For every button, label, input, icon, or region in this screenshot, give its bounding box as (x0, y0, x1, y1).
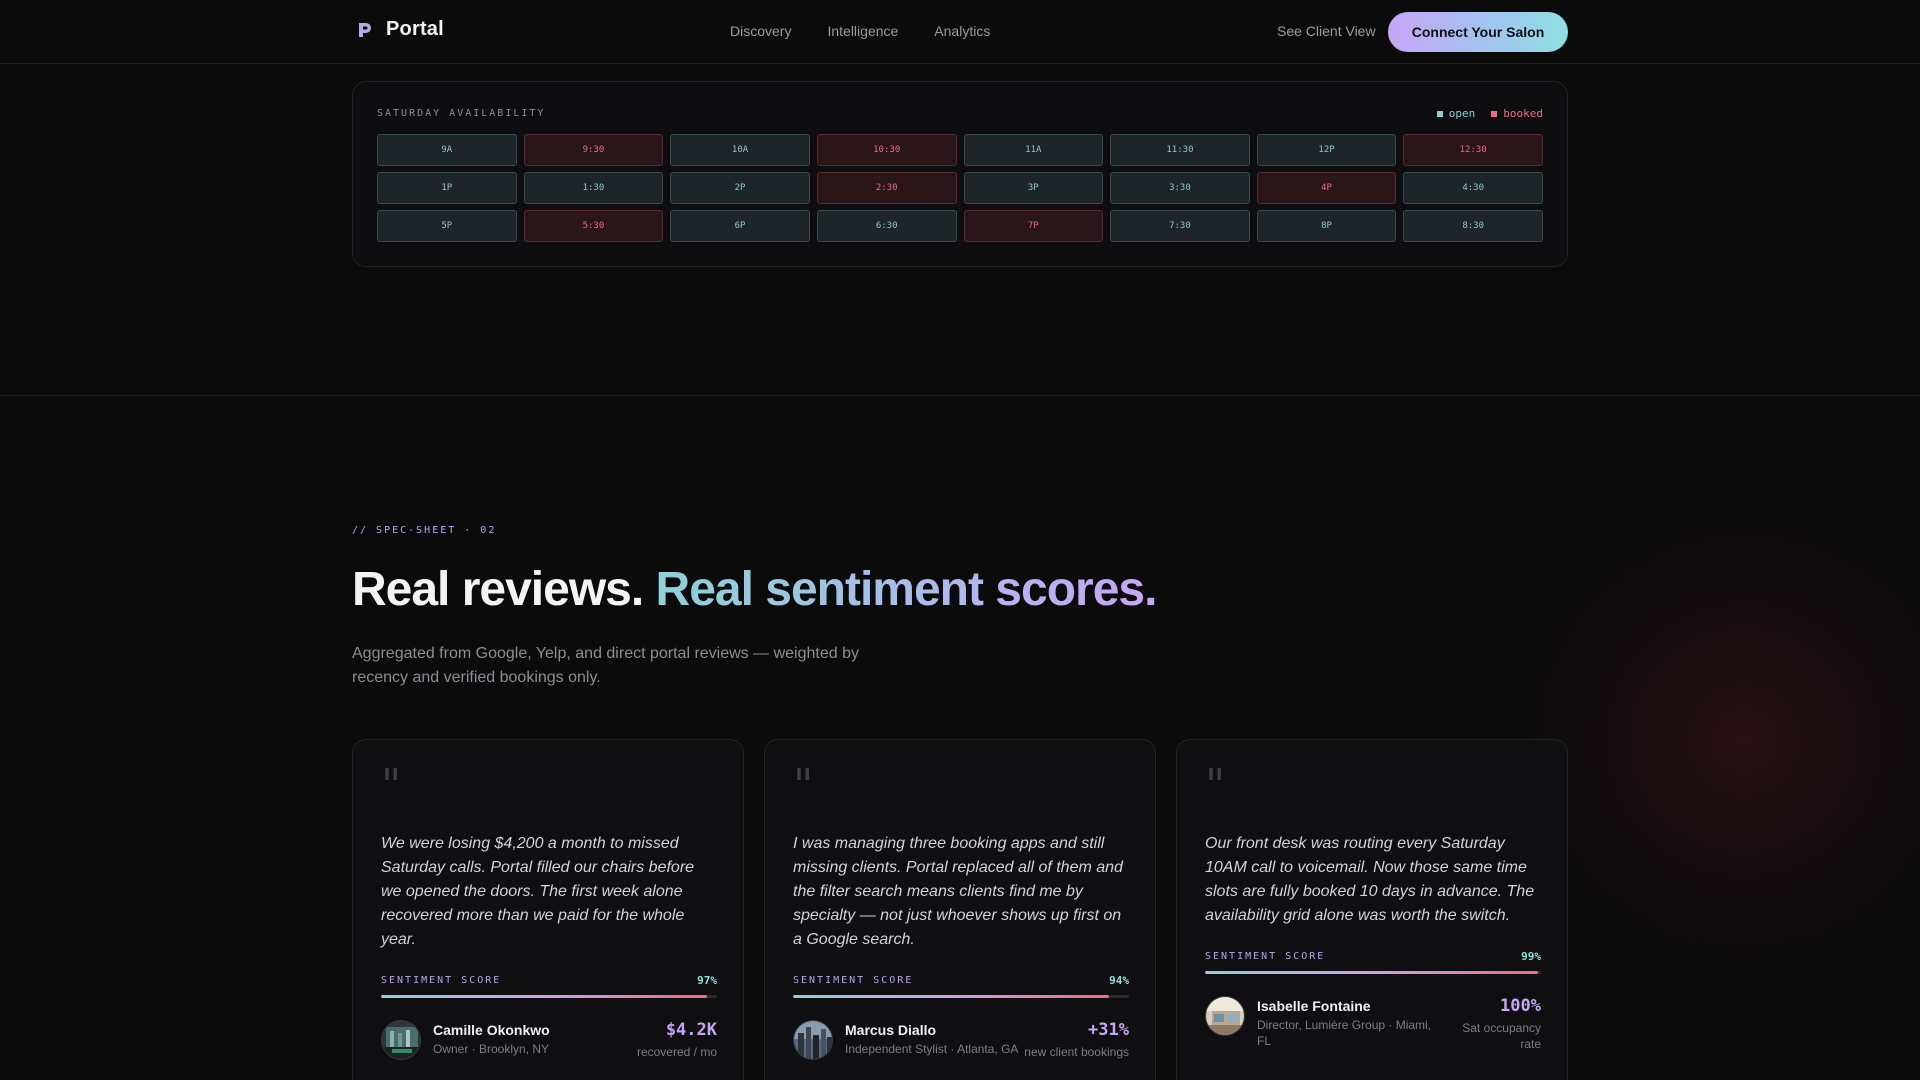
quote-mark-icon: " (1205, 760, 1226, 811)
reviewer-role: Owner · Brooklyn, NY (433, 1042, 550, 1056)
time-slot-open[interactable]: 1P (377, 172, 517, 204)
time-slot-open[interactable]: 2P (670, 172, 810, 204)
top-nav: Portal Discovery Intelligence Analytics … (0, 0, 1920, 64)
reviewer-role: Independent Stylist · Atlanta, GA (845, 1042, 1019, 1056)
metric-label: new client bookings (1024, 1045, 1129, 1059)
time-slot-open[interactable]: 1:30 (523, 172, 664, 204)
sentiment-score-label: SENTIMENT SCORE (1205, 951, 1326, 962)
time-slot-open[interactable]: 10A (670, 134, 810, 166)
legend-open-label: open (1448, 107, 1476, 120)
section-eyebrow: // SPEC-SHEET · 02 (352, 525, 497, 536)
sentiment-bar (381, 995, 717, 998)
nav-links: Discovery Intelligence Analytics (730, 23, 990, 39)
legend-booked-label: booked (1503, 107, 1543, 120)
metric-value: 100% (1500, 996, 1541, 1016)
nav-link-discovery[interactable]: Discovery (730, 23, 791, 39)
sentiment-bar (793, 995, 1129, 998)
time-slot-booked[interactable]: 4P (1256, 172, 1397, 204)
sentiment-score-value: 97% (697, 974, 717, 987)
time-slot-open[interactable]: 7:30 (1110, 210, 1250, 242)
booked-swatch-icon (1491, 110, 1498, 117)
time-slot-booked[interactable]: 12:30 (1403, 134, 1543, 166)
reviewer-name: Camille Okonkwo (433, 1022, 550, 1038)
legend-booked: booked (1491, 107, 1543, 120)
availability-title: SATURDAY AVAILABILITY (377, 108, 546, 119)
time-slot-open[interactable]: 6:30 (816, 210, 957, 242)
availability-grid: 9A 9:30 10A 10:30 11A 11:30 12P 12:30 1P 1:30 2P 2:… (377, 134, 1543, 242)
sentiment-score-value: 99% (1521, 950, 1541, 963)
sentiment-score-label: SENTIMENT SCORE (381, 975, 502, 986)
section-headline: Real reviews. Real sentiment scores. (352, 562, 1158, 617)
time-slot-booked[interactable]: 7P (963, 210, 1104, 242)
open-swatch-icon (1436, 110, 1443, 117)
nav-link-intelligence[interactable]: Intelligence (827, 23, 898, 39)
time-slot-open[interactable]: 4:30 (1403, 172, 1543, 204)
portal-logo-icon (359, 22, 371, 37)
time-slot-open[interactable]: 6P (670, 210, 810, 242)
quote-mark-icon: " (793, 760, 814, 811)
interior-photo-icon (1205, 996, 1245, 1036)
sentiment-bar-fill (793, 995, 1109, 998)
time-slot-open[interactable]: 11A (963, 134, 1104, 166)
metric-value: $4.2K (665, 1020, 717, 1040)
time-slot-open[interactable]: 12P (1256, 134, 1397, 166)
review-quote: We were losing $4,200 a month to missed … (381, 835, 695, 948)
city-photo-icon (793, 1020, 833, 1060)
sentiment-bar (1205, 971, 1541, 974)
sentiment-score-value: 94% (1109, 974, 1129, 987)
time-slot-open[interactable]: 5P (377, 210, 517, 242)
time-slot-open[interactable]: 3P (963, 172, 1104, 204)
review-quote: I was managing three booking apps and st… (793, 835, 1123, 948)
availability-panel: SATURDAY AVAILABILITY open booked 9A 9:30… (352, 81, 1568, 267)
time-slot-booked[interactable]: 10:30 (816, 134, 957, 166)
reviewer-role: Director, Lumière Group · Miami, FL (1257, 1018, 1432, 1048)
availability-legend: open booked (1436, 107, 1543, 120)
reviewer-name: Marcus Diallo (845, 1022, 937, 1038)
connect-salon-button[interactable]: Connect Your Salon (1388, 12, 1568, 52)
nav-link-analytics[interactable]: Analytics (934, 23, 990, 39)
time-slot-booked[interactable]: 9:30 (523, 134, 664, 166)
review-quote: Our front desk was routing every Saturda… (1205, 835, 1535, 924)
reviewer-name: Isabelle Fontaine (1257, 998, 1371, 1014)
sentiment-bar-fill (381, 995, 707, 998)
time-slot-open[interactable]: 8:30 (1403, 210, 1543, 242)
legend-open: open (1436, 107, 1476, 120)
quote-mark-icon: " (381, 760, 402, 811)
time-slot-open[interactable]: 3:30 (1110, 172, 1250, 204)
salon-photo-icon (381, 1020, 421, 1060)
metric-label: Sat occupancy rate (1462, 1021, 1541, 1051)
sentiment-bar-fill (1205, 971, 1538, 974)
time-slot-open[interactable]: 8P (1256, 210, 1397, 242)
metric-value: +31% (1088, 1020, 1129, 1040)
review-card: " We were losing $4,200 a month to misse… (352, 739, 744, 1080)
see-client-view-link[interactable]: See Client View (1277, 23, 1376, 39)
sentiment-score-label: SENTIMENT SCORE (793, 975, 914, 986)
review-card: " Our front desk was routing every Satur… (1176, 739, 1568, 1080)
time-slot-open[interactable]: 11:30 (1110, 134, 1250, 166)
time-slot-booked[interactable]: 5:30 (523, 210, 664, 242)
review-card: " I was managing three booking apps and … (764, 739, 1156, 1080)
section-divider (0, 395, 1920, 396)
headline-plain: Real reviews. (352, 563, 656, 616)
time-slot-open[interactable]: 9A (377, 134, 517, 166)
section-subtext: Aggregated from Google, Yelp, and direct… (352, 645, 859, 686)
metric-label: recovered / mo (636, 1045, 717, 1059)
headline-accent: Real sentiment scores. (655, 563, 1158, 616)
time-slot-booked[interactable]: 2:30 (816, 172, 957, 204)
brand-name: Portal (386, 18, 444, 40)
brand[interactable]: Portal (356, 18, 444, 41)
